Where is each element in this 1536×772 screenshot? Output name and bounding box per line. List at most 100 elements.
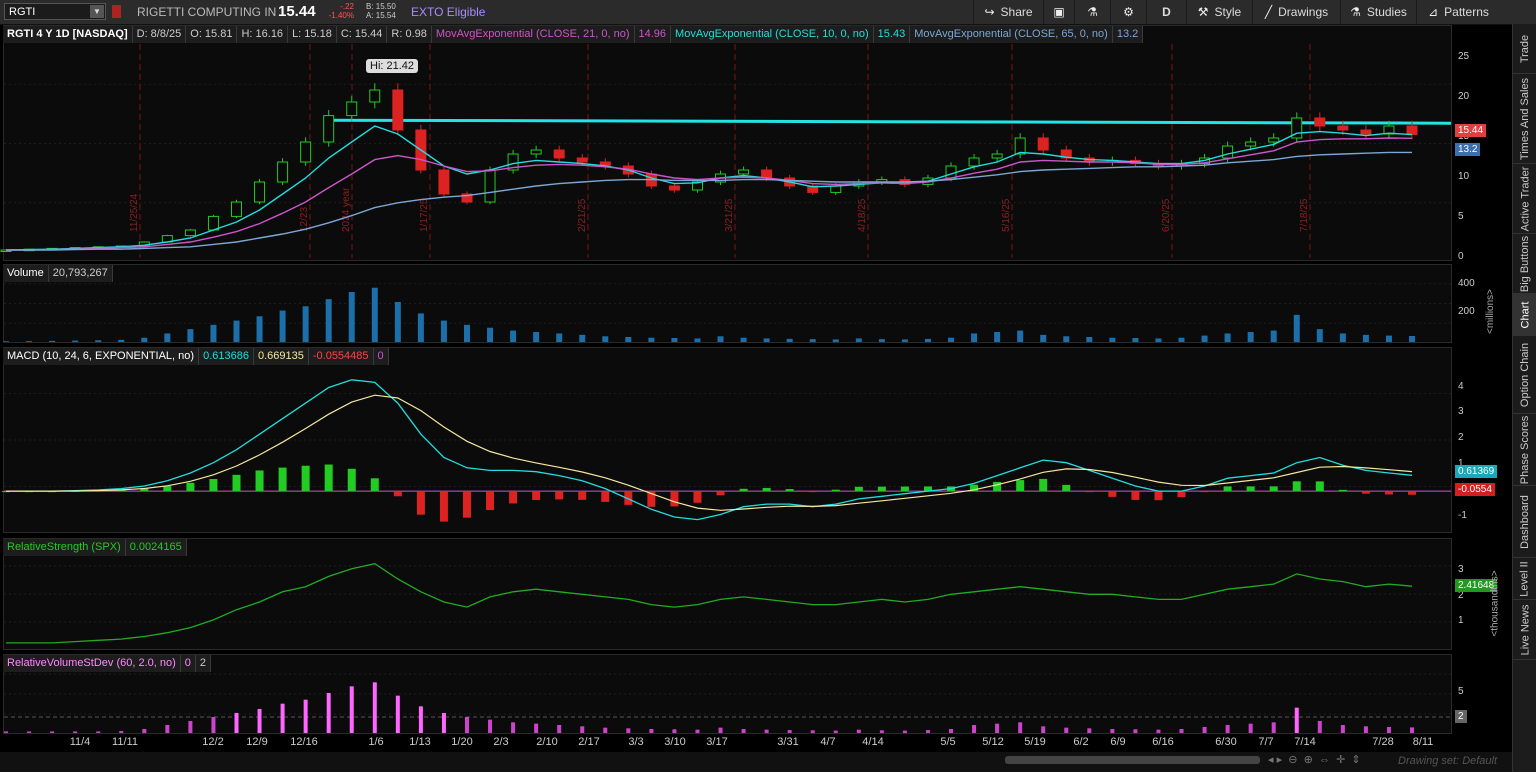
volume-bar <box>1224 333 1231 342</box>
sidebar-tab-dashboard[interactable]: Dashboard <box>1513 486 1536 558</box>
zoom-in-icon[interactable]: ⊕ <box>1304 754 1313 766</box>
sidebar-tab-big-buttons[interactable]: Big Buttons <box>1513 234 1536 294</box>
macd-histogram-bar <box>831 489 840 492</box>
event-marker-label: 1/17/25 <box>419 198 430 232</box>
price-tick-label: 5 <box>1458 211 1464 222</box>
sidebar-tab-label: Trade <box>1519 34 1532 63</box>
volume-bar <box>210 324 217 342</box>
rvs-bar <box>418 706 423 733</box>
rvs-bar <box>1018 722 1023 733</box>
sidebar-tab-level-ii[interactable]: Level II <box>1513 558 1536 600</box>
macd-zero: 0 <box>373 348 389 365</box>
pan-icon[interactable]: ⇕ <box>1351 754 1360 766</box>
price-tick-label: 25 <box>1458 51 1470 62</box>
rvs-bar <box>1363 726 1368 733</box>
macd-histogram-bar <box>785 489 794 492</box>
volume-bar <box>948 337 955 342</box>
candle-body <box>830 185 842 193</box>
ohlc-range: R: 0.98 <box>387 26 432 43</box>
sidebar-tab-phase-scores[interactable]: Phase Scores <box>1513 414 1536 486</box>
volume-bar <box>648 337 655 342</box>
right-arrow-icon[interactable]: ▸ <box>1277 754 1283 766</box>
candle-body <box>1337 125 1349 131</box>
left-arrow-icon[interactable]: ◂ <box>1268 754 1274 766</box>
rvs-bar <box>73 731 78 733</box>
x-axis-label: 5/12 <box>982 736 1004 748</box>
volume-bar <box>1247 332 1254 342</box>
rvs-bar <box>142 729 147 733</box>
zoom-out-icon[interactable]: ⊖ <box>1288 754 1297 766</box>
event-marker-label: 5/16/25 <box>1001 198 1012 232</box>
candle-body <box>1314 117 1326 127</box>
macd-tick-label: -1 <box>1458 510 1467 522</box>
candle-body <box>576 157 588 163</box>
ema21-value: 14.96 <box>634 26 672 43</box>
sidebar-tab-chart[interactable]: Chart <box>1513 294 1536 336</box>
macd-histogram-bar <box>1039 478 1048 492</box>
rvs-v1: 0 <box>180 655 196 672</box>
volume-bar <box>924 338 931 342</box>
macd-histogram-bar <box>1408 491 1416 495</box>
macd-title[interactable]: MACD (10, 24, 6, EXPONENTIAL, no) <box>3 348 200 365</box>
sidebar-tab-label: Dashboard <box>1519 494 1532 549</box>
chart-svg[interactable]: 11/25/24 12/2 3 2024 year 1/17/25 2/21/25 3/21… <box>0 0 1536 772</box>
volume-bar <box>1086 337 1093 342</box>
rvs-bar <box>119 731 124 733</box>
volume-panel-header: Volume 20,793,267 <box>3 265 113 282</box>
high-bubble: Hi: 21.42 <box>366 59 419 73</box>
x-axis-label: 7/14 <box>1294 736 1316 748</box>
sidebar-tab-active-trader[interactable]: Active Trader <box>1513 164 1536 234</box>
volume-unit-label: <millions> <box>1485 288 1497 335</box>
zoom-controls[interactable]: ◂ ▸ ⊖ ⊕ ⇔ ✛ ⇕ <box>1268 753 1361 766</box>
drawing-set-label[interactable]: Drawing set: Default <box>1398 755 1497 767</box>
candle-body <box>668 185 680 191</box>
macd-histogram-bar <box>347 468 356 492</box>
ema21-label[interactable]: MovAvgExponential (CLOSE, 21, 0, no) <box>431 26 635 43</box>
volume-bar <box>579 334 586 342</box>
candle-body <box>277 161 289 183</box>
macd-avg: 0.669135 <box>253 348 309 365</box>
crosshair-icon[interactable]: ✛ <box>1336 754 1345 766</box>
event-marker-label: 11/25/24 <box>129 193 140 232</box>
event-marker-label: 6/20/25 <box>1161 198 1172 232</box>
rvs-bar <box>4 731 8 733</box>
volume-bar <box>1362 334 1369 342</box>
ema65-label[interactable]: MovAvgExponential (CLOSE, 65, 0, no) <box>910 26 1113 43</box>
candle-body <box>738 169 750 175</box>
rvs-bar <box>1110 729 1115 733</box>
volume-bar <box>602 336 609 342</box>
volume-bar <box>417 313 424 342</box>
rvs-bar <box>303 699 308 733</box>
macd-histogram-bar <box>1338 489 1347 492</box>
macd-tick-label: 3 <box>1458 406 1464 418</box>
rvs-bar <box>96 731 101 733</box>
sidebar-tab-option-chain[interactable]: Option Chain <box>1513 336 1536 414</box>
macd-histogram-bar <box>324 464 333 492</box>
x-axis-label: 12/16 <box>290 736 318 748</box>
rvs-bar <box>856 729 861 733</box>
x-axis-label: 3/10 <box>664 736 686 748</box>
ema10-label[interactable]: MovAvgExponential (CLOSE, 10, 0, no) <box>671 26 874 43</box>
macd-histogram-bar <box>439 491 448 522</box>
horizontal-scrollbar[interactable] <box>1005 756 1260 764</box>
resistance-line <box>329 118 1452 125</box>
rvs-bar <box>511 722 516 733</box>
price-tick-label: 0 <box>1458 251 1464 262</box>
sidebar-tab-times-and-sales[interactable]: Times And Sales <box>1513 74 1536 164</box>
sidebar-tab-live-news[interactable]: Live News <box>1513 600 1536 660</box>
fit-icon[interactable]: ⇔ <box>1319 754 1330 766</box>
macd-line <box>6 379 1413 521</box>
rvs-title[interactable]: RelativeVolumeStDev (60, 2.0, no) <box>3 655 181 672</box>
sidebar-tab-trade[interactable]: Trade <box>1513 24 1536 74</box>
macd-histogram-bar <box>693 491 702 503</box>
macd-histogram-bar <box>509 491 518 504</box>
rvs-bar <box>441 713 446 733</box>
volume-bar <box>1270 330 1277 342</box>
price-panel-header: RGTI 4 Y 1D [NASDAQ] D: 8/8/25 O: 15.81 H: … <box>3 26 1144 43</box>
volume-title[interactable]: Volume <box>3 265 49 282</box>
rs-title[interactable]: RelativeStrength (SPX) <box>3 539 126 556</box>
volume-bar <box>809 339 816 342</box>
rvs-bar <box>488 719 493 733</box>
rvs-bar <box>50 731 55 733</box>
x-axis-label: 2/10 <box>536 736 558 748</box>
